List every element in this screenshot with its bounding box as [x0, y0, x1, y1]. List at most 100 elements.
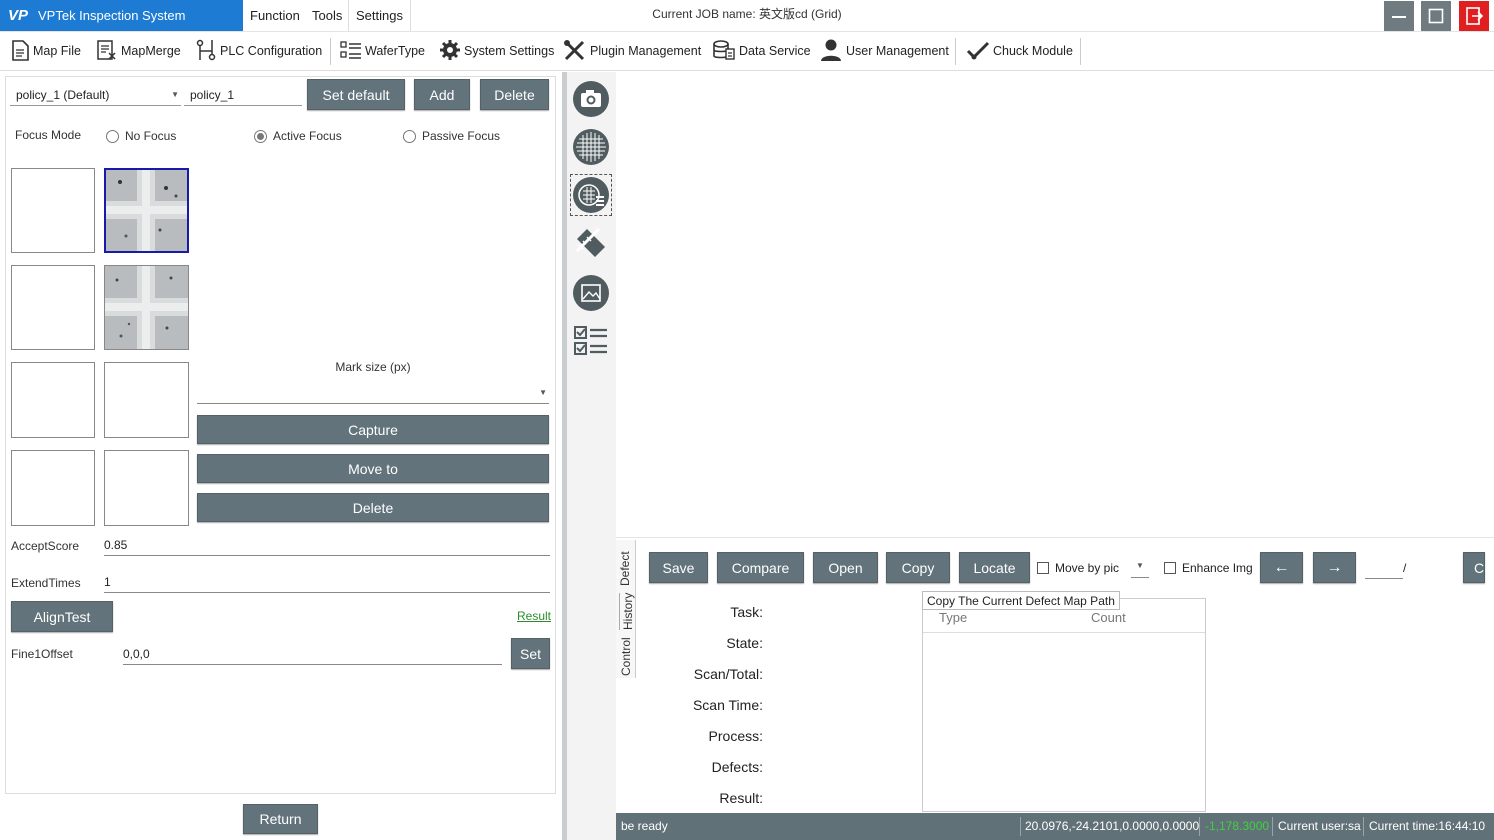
status-separator — [1363, 817, 1364, 836]
list-icon — [340, 39, 362, 64]
page-separator: / — [1403, 561, 1407, 575]
image-viewer[interactable] — [616, 72, 1494, 538]
locate-button[interactable]: Locate — [959, 552, 1030, 583]
status-current-user: Current user:sa — [1278, 819, 1361, 833]
mark-size-select[interactable]: ▼ — [197, 382, 549, 404]
toolbar-label: WaferType — [365, 44, 425, 58]
radio-active-focus[interactable]: Active Focus — [254, 128, 342, 144]
toolbar-separator — [330, 38, 331, 65]
toolbar-label: Data Service — [739, 44, 811, 58]
toolbar-wafertype[interactable]: WaferType — [340, 37, 425, 65]
mark-thumbnail-selected[interactable] — [104, 168, 189, 253]
move-by-pic-checkbox[interactable]: Move by pic — [1037, 561, 1119, 575]
mark-thumbnail[interactable] — [11, 362, 95, 438]
mark-thumbnail[interactable] — [11, 265, 95, 350]
process-label: Process: — [708, 728, 763, 744]
status-separator — [1272, 817, 1273, 836]
radio-circle — [106, 129, 119, 143]
page-input[interactable] — [1365, 560, 1403, 579]
toolbar-system-settings[interactable]: System Settings — [439, 37, 554, 65]
radio-circle-selected — [254, 129, 267, 143]
toolbar-mapmerge[interactable]: MapMerge — [96, 37, 181, 65]
delete-mark-button[interactable]: Delete — [197, 493, 549, 522]
chevron-down-icon: ▼ — [539, 388, 547, 397]
toolbar-user-management[interactable]: User Management — [819, 37, 949, 65]
title-bar: VPTek Inspection System 4.3.7.7339 VP Fu… — [0, 0, 1494, 54]
radio-no-focus[interactable]: No Focus — [106, 128, 176, 144]
fine-offset-input[interactable]: 0,0,0 — [123, 643, 502, 665]
scan-total-label: Scan/Total: — [693, 666, 763, 682]
toolbar-plugin-management[interactable]: Plugin Management — [563, 37, 701, 65]
toolbar-plc-configuration[interactable]: PLC Configuration — [195, 37, 322, 65]
checklist-icon[interactable] — [573, 323, 609, 359]
move-by-pic-select[interactable]: ▼ — [1131, 560, 1149, 578]
column-count: Count — [1091, 610, 1126, 625]
tab-control[interactable]: Control — [619, 637, 633, 676]
wafer-map-button[interactable] — [570, 174, 612, 216]
align-test-button[interactable]: AlignTest — [11, 601, 113, 632]
radio-circle — [403, 129, 416, 143]
toolbar-label: Chuck Module — [993, 44, 1073, 58]
copy-button[interactable]: Copy — [886, 552, 950, 583]
document-icon — [10, 39, 30, 64]
open-button[interactable]: Open — [813, 552, 878, 583]
mark-thumbnail[interactable] — [104, 265, 189, 350]
mark-thumbnail[interactable] — [11, 450, 95, 526]
accept-score-label: AcceptScore — [11, 539, 80, 553]
ruler-icon[interactable] — [573, 225, 609, 261]
map-merge-icon — [96, 39, 118, 64]
compare-button[interactable]: Compare — [717, 552, 804, 583]
maximize-icon[interactable] — [1421, 1, 1451, 31]
focus-mode-label: Focus Mode — [15, 128, 82, 142]
mark-thumbnail[interactable] — [104, 450, 189, 526]
save-button[interactable]: Save — [649, 552, 708, 583]
toolbar-separator — [955, 38, 956, 65]
mark-thumbnail[interactable] — [11, 168, 95, 253]
set-offset-button[interactable]: Set — [511, 638, 550, 669]
radio-label: No Focus — [125, 129, 177, 143]
exit-icon[interactable] — [1459, 1, 1489, 31]
defects-label: Defects: — [711, 759, 763, 775]
tab-history[interactable]: History — [619, 592, 635, 630]
minimize-icon[interactable] — [1384, 1, 1414, 31]
result-link[interactable]: Result — [517, 609, 551, 623]
move-to-button[interactable]: Move to — [197, 454, 549, 483]
column-type: Type — [939, 610, 968, 625]
toolbar-map-file[interactable]: Map File — [10, 37, 81, 65]
capture-button[interactable]: Capture — [197, 415, 549, 444]
return-button[interactable]: Return — [243, 804, 318, 834]
image-icon[interactable] — [573, 275, 609, 311]
toolbar-chuck-module[interactable]: Chuck Module — [966, 37, 1073, 65]
accept-score-input[interactable]: 0.85 — [104, 534, 550, 556]
toolbar-separator — [1080, 38, 1081, 65]
policy-select[interactable]: policy_1 (Default) ▼ — [10, 84, 181, 106]
next-arrow-icon[interactable]: → — [1313, 552, 1356, 583]
camera-icon[interactable] — [573, 81, 609, 117]
status-coordinates: 20.0976,-24.2101,0.0000,0.0000 — [1025, 819, 1200, 833]
mark-thumbnail[interactable] — [104, 362, 189, 438]
radio-passive-focus[interactable]: Passive Focus — [403, 128, 500, 144]
extend-times-input[interactable]: 1 — [104, 571, 550, 593]
prev-arrow-icon[interactable]: ← — [1260, 552, 1303, 583]
plc-icon — [195, 39, 217, 64]
grid-icon[interactable] — [573, 129, 609, 165]
policy-name-input[interactable]: policy_1 — [184, 84, 302, 106]
set-default-button[interactable]: Set default — [307, 79, 405, 110]
chevron-down-icon: ▼ — [171, 90, 179, 99]
add-button[interactable]: Add — [414, 79, 470, 110]
toolbar-data-service[interactable]: Data Service — [712, 37, 811, 65]
status-coordinates-z: -1,178.3000 — [1205, 819, 1270, 833]
delete-policy-button[interactable]: Delete — [480, 79, 549, 110]
checkbox-box — [1037, 562, 1049, 574]
scan-time-label: Scan Time: — [692, 697, 763, 713]
status-current-time: Current time:16:44:10 — [1369, 819, 1486, 833]
task-label: Task: — [730, 604, 763, 620]
enhance-img-checkbox[interactable]: Enhance Img — [1164, 561, 1253, 575]
policy-select-value: policy_1 (Default) — [16, 88, 110, 102]
clipped-button[interactable]: C — [1463, 552, 1485, 583]
chevron-down-icon: ▼ — [1136, 561, 1144, 570]
toolbar-label: Plugin Management — [590, 44, 702, 58]
radio-label: Passive Focus — [422, 129, 501, 143]
mark-size-label: Mark size (px) — [335, 360, 411, 374]
tab-defect[interactable]: Defect — [618, 551, 632, 586]
